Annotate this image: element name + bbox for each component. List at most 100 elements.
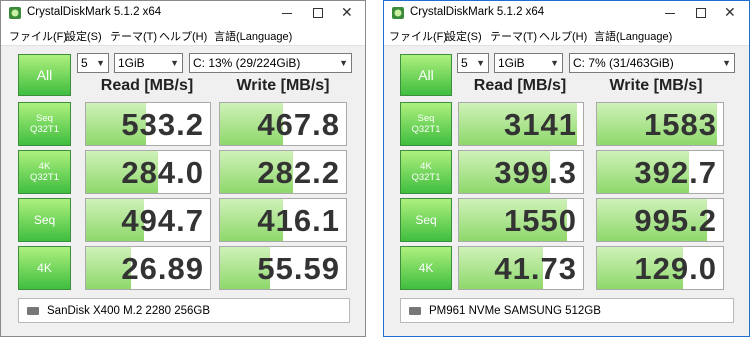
minimize-icon[interactable] bbox=[273, 1, 303, 25]
close-icon[interactable]: ✕ bbox=[333, 1, 363, 25]
seq-read-cell: 494.7 bbox=[85, 198, 211, 242]
drive-select[interactable]: C: 7% (31/463GiB) ▼ bbox=[569, 53, 735, 73]
4k-q32t1-read-cell: 399.3 bbox=[458, 150, 584, 194]
4k-q32t1-write-cell: 392.7 bbox=[596, 150, 724, 194]
maximize-icon[interactable] bbox=[303, 1, 333, 25]
chevron-down-icon: ▼ bbox=[550, 58, 559, 68]
menu-theme[interactable]: テーマ(T) bbox=[110, 28, 157, 44]
seq-label: Seq bbox=[33, 212, 56, 227]
minimize-icon[interactable] bbox=[656, 1, 686, 25]
seq-q32t1-read-cell: 533.2 bbox=[85, 102, 211, 146]
maximize-icon[interactable] bbox=[686, 1, 716, 25]
chevron-down-icon: ▼ bbox=[170, 58, 179, 68]
4k-label: 4K bbox=[37, 260, 52, 275]
4k-q32t1-write-cell: 282.2 bbox=[219, 150, 347, 194]
drive-icon bbox=[27, 307, 39, 315]
read-column-header: Read [MB/s] bbox=[473, 77, 567, 94]
menu-settings[interactable]: 設定(S) bbox=[65, 28, 102, 44]
seq-write-value: 416.1 bbox=[257, 203, 340, 238]
4k-write-cell: 55.59 bbox=[219, 246, 347, 290]
seq-q32t1-button[interactable]: Seq Q32T1 bbox=[400, 102, 452, 146]
read-column-header: Read [MB/s] bbox=[100, 77, 194, 94]
seq-button[interactable]: Seq bbox=[18, 198, 71, 242]
drive-select-value: C: 13% (29/224GiB) bbox=[193, 56, 301, 70]
4k-label: 4K bbox=[418, 260, 434, 275]
chevron-down-icon: ▼ bbox=[476, 58, 485, 68]
4k-q32t1-button[interactable]: 4K Q32T1 bbox=[18, 150, 71, 194]
seq-q32t1-read-cell: 3141 bbox=[458, 102, 584, 146]
4k-write-value: 55.59 bbox=[257, 251, 340, 286]
crystaldiskmark-app-icon bbox=[9, 7, 21, 19]
write-column-header: Write [MB/s] bbox=[609, 77, 703, 94]
drive-comment: PM961 NVMe SAMSUNG 512GB bbox=[429, 305, 601, 317]
crystaldiskmark-window-right: CrystalDiskMark 5.1.2 x64 ✕ ファイル(F) 設定(S… bbox=[383, 0, 750, 337]
drive-icon bbox=[409, 307, 421, 315]
title-bar[interactable]: CrystalDiskMark 5.1.2 x64 ✕ bbox=[1, 1, 365, 25]
seq-q32t1-write-cell: 467.8 bbox=[219, 102, 347, 146]
drive-select[interactable]: C: 13% (29/224GiB) ▼ bbox=[189, 53, 352, 73]
seq-q32t1-write-value: 467.8 bbox=[257, 107, 340, 142]
seq-read-cell: 1550 bbox=[458, 198, 584, 242]
4k-read-cell: 26.89 bbox=[85, 246, 211, 290]
close-icon[interactable]: ✕ bbox=[716, 1, 746, 25]
4k-q32t1-read-value: 284.0 bbox=[121, 155, 204, 190]
chevron-down-icon: ▼ bbox=[96, 58, 105, 68]
drive-comment-box[interactable]: PM961 NVMe SAMSUNG 512GB bbox=[400, 298, 734, 323]
menu-file[interactable]: ファイル(F) bbox=[389, 28, 447, 44]
4k-q32t1-read-value: 399.3 bbox=[494, 155, 577, 190]
4k-write-value: 129.0 bbox=[634, 251, 717, 286]
test-count-select[interactable]: 5 ▼ bbox=[77, 53, 109, 73]
4k-write-cell: 129.0 bbox=[596, 246, 724, 290]
4k-read-value: 26.89 bbox=[121, 251, 204, 286]
seq-q32t1-write-cell: 1583 bbox=[596, 102, 724, 146]
seq-button[interactable]: Seq bbox=[400, 198, 452, 242]
menu-help[interactable]: ヘルプ(H) bbox=[539, 28, 587, 44]
window-title: CrystalDiskMark 5.1.2 x64 bbox=[410, 6, 545, 18]
4k-read-cell: 41.73 bbox=[458, 246, 584, 290]
4k-button[interactable]: 4K bbox=[400, 246, 452, 290]
menu-help[interactable]: ヘルプ(H) bbox=[159, 28, 207, 44]
title-bar[interactable]: CrystalDiskMark 5.1.2 x64 ✕ bbox=[384, 1, 749, 25]
4k-q32t1-read-cell: 284.0 bbox=[85, 150, 211, 194]
all-button[interactable]: All bbox=[18, 54, 71, 96]
chevron-down-icon: ▼ bbox=[339, 58, 348, 68]
menu-language[interactable]: 言語(Language) bbox=[594, 28, 672, 44]
seq-write-cell: 995.2 bbox=[596, 198, 724, 242]
seq-read-value: 494.7 bbox=[121, 203, 204, 238]
menu-bar: ファイル(F) 設定(S) テーマ(T) ヘルプ(H) 言語(Language) bbox=[384, 25, 749, 46]
test-size-select[interactable]: 1GiB ▼ bbox=[114, 53, 183, 73]
menu-language[interactable]: 言語(Language) bbox=[214, 28, 292, 44]
test-count-value: 5 bbox=[81, 56, 88, 70]
all-button[interactable]: All bbox=[400, 54, 452, 96]
seq-write-value: 995.2 bbox=[634, 203, 717, 238]
crystaldiskmark-app-icon bbox=[392, 7, 404, 19]
write-column-header: Write [MB/s] bbox=[236, 77, 330, 94]
4k-q32t1-button[interactable]: 4K Q32T1 bbox=[400, 150, 452, 194]
menu-settings[interactable]: 設定(S) bbox=[445, 28, 482, 44]
menu-file[interactable]: ファイル(F) bbox=[9, 28, 67, 44]
seq-label: Seq bbox=[415, 212, 437, 227]
test-size-value: 1GiB bbox=[498, 56, 525, 70]
test-size-value: 1GiB bbox=[118, 56, 145, 70]
seq-q32t1-label: Seq Q32T1 bbox=[29, 113, 60, 135]
4k-q32t1-label: 4K Q32T1 bbox=[411, 161, 441, 183]
seq-write-cell: 416.1 bbox=[219, 198, 347, 242]
menu-theme[interactable]: テーマ(T) bbox=[490, 28, 537, 44]
drive-comment-box[interactable]: SanDisk X400 M.2 2280 256GB bbox=[18, 298, 350, 323]
chevron-down-icon: ▼ bbox=[722, 58, 731, 68]
test-count-select[interactable]: 5 ▼ bbox=[457, 53, 489, 73]
drive-select-value: C: 7% (31/463GiB) bbox=[573, 56, 674, 70]
seq-q32t1-read-value: 533.2 bbox=[121, 107, 204, 142]
seq-q32t1-read-value: 3141 bbox=[504, 107, 577, 142]
4k-q32t1-write-value: 282.2 bbox=[257, 155, 340, 190]
4k-q32t1-write-value: 392.7 bbox=[634, 155, 717, 190]
crystaldiskmark-window-left: CrystalDiskMark 5.1.2 x64 ✕ ファイル(F) 設定(S… bbox=[0, 0, 366, 337]
seq-q32t1-button[interactable]: Seq Q32T1 bbox=[18, 102, 71, 146]
seq-q32t1-label: Seq Q32T1 bbox=[411, 113, 441, 135]
4k-q32t1-label: 4K Q32T1 bbox=[29, 161, 60, 183]
4k-button[interactable]: 4K bbox=[18, 246, 71, 290]
window-title: CrystalDiskMark 5.1.2 x64 bbox=[27, 6, 162, 18]
4k-read-value: 41.73 bbox=[494, 251, 577, 286]
seq-read-value: 1550 bbox=[504, 203, 577, 238]
test-size-select[interactable]: 1GiB ▼ bbox=[494, 53, 563, 73]
